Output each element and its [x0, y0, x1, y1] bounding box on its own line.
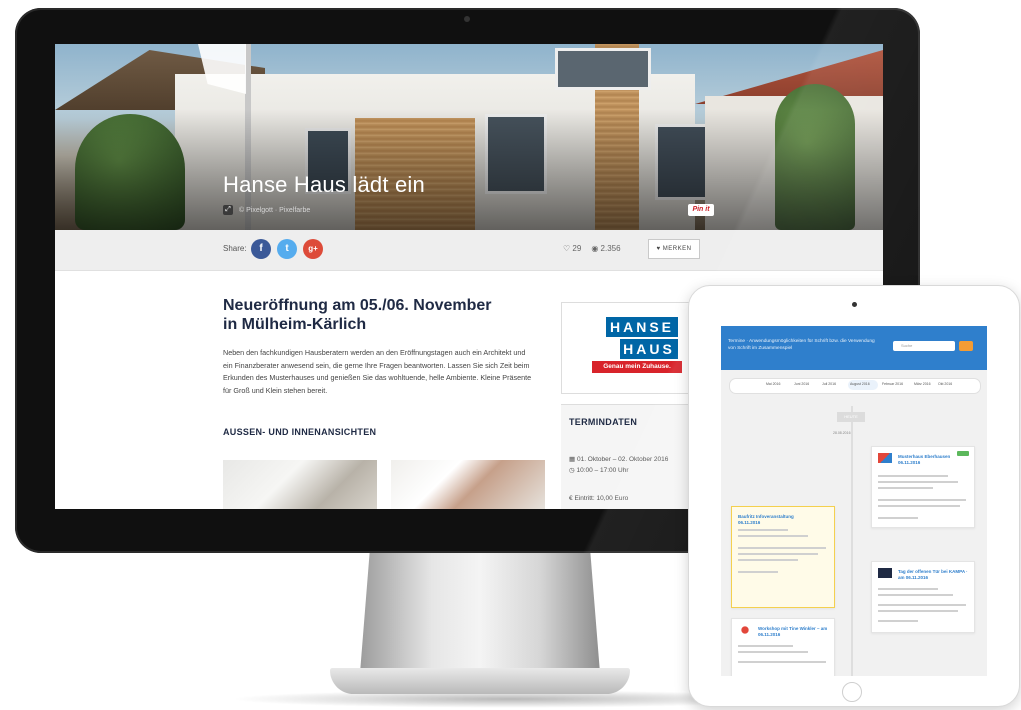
termin-time-value: 10:00 – 17:00 Uhr [576, 467, 629, 474]
photo-credit: ⤢ © Pixelgott · Pixelfarbe [223, 205, 310, 215]
timeline-month[interactable]: Okt 2016 [938, 382, 952, 386]
hanse-haus-logo[interactable]: HANSE HAUS Genau mein Zuhause. [561, 302, 691, 394]
event-title[interactable]: Workshop mit Tine Winkler – am 06.11.201… [758, 626, 828, 638]
event-detail [738, 559, 798, 561]
event-detail [878, 505, 960, 507]
event-actions [738, 571, 778, 573]
tablet-header: Termine · Anwendungsmöglichkeiten für Sc… [721, 326, 987, 370]
article-heading: Neueröffnung am 05./06. November in Mülh… [223, 296, 543, 334]
heart-icon: ♥ [656, 246, 661, 252]
article-heading-line2: in Mülheim-Kärlich [223, 316, 367, 333]
event-detail [878, 481, 958, 483]
today-date: 28.08.2016 [833, 431, 851, 435]
clock-icon: ◷ [569, 467, 575, 474]
article-heading-line1: Neueröffnung am 05./06. November [223, 297, 492, 314]
event-detail [878, 610, 958, 612]
imac-foot [330, 668, 630, 694]
event-detail [878, 475, 948, 477]
page-title: Hanse Haus lädt ein [223, 172, 425, 197]
event-detail [878, 487, 933, 489]
logo-word-haus: HAUS [620, 339, 678, 359]
google-plus-share-button[interactable]: g+ [303, 239, 323, 259]
article-body: Neben den fachkundigen Hausberatern werd… [223, 348, 532, 395]
section-heading: AUSSEN- UND INNENANSICHTEN [223, 427, 377, 437]
event-detail [738, 535, 808, 537]
eye-icon: ◉ [591, 244, 599, 253]
pinterest-button[interactable]: Pin it [688, 204, 714, 216]
event-actions [878, 517, 918, 519]
termin-time: ◷ 10:00 – 17:00 Uhr [569, 466, 629, 474]
event-detail [878, 604, 966, 606]
gallery-thumbnail[interactable] [391, 460, 545, 509]
event-card[interactable]: Tag der offenen Tür bei KAMPA · am 06.11… [871, 561, 975, 633]
termin-date: ▦ 01. Oktober – 02. Oktober 2016 [569, 455, 668, 463]
event-detail [738, 645, 793, 647]
event-title[interactable]: Musterhaus Eberhausen 06.11.2016 [898, 454, 958, 466]
expand-icon[interactable]: ⤢ [223, 205, 233, 215]
likes-count[interactable]: ♡ 29 [563, 244, 581, 253]
photo-credit-text: © Pixelgott · Pixelfarbe [239, 206, 311, 214]
termin-price: € Eintritt: 10,00 Euro [569, 495, 628, 502]
event-logo [878, 453, 892, 463]
tablet-device: Termine · Anwendungsmöglichkeiten für Sc… [688, 285, 1020, 707]
event-detail [738, 651, 808, 653]
share-label: Share: [223, 244, 247, 253]
gallery-thumbnail[interactable] [223, 460, 377, 509]
views-count: ◉ 2.356 [591, 244, 620, 253]
views-value: 2.356 [600, 244, 621, 253]
hero-gradient [55, 44, 883, 230]
logo-word-hanse: HANSE [606, 317, 678, 337]
month-timeline[interactable]: Mai 2016 Juni 2016 Juli 2016 August 2016… [729, 378, 981, 394]
tablet-search-input[interactable]: Suche [893, 341, 955, 351]
imac-stand [360, 553, 600, 673]
event-detail [878, 499, 966, 501]
event-detail [738, 661, 826, 663]
logo-tagline: Genau mein Zuhause. [592, 361, 682, 373]
merken-label: MERKEN [662, 246, 692, 252]
tablet-screen: Termine · Anwendungsmöglichkeiten für Sc… [721, 326, 987, 676]
timeline-month[interactable]: Februar 2016 [882, 382, 903, 386]
euro-icon: € [569, 495, 573, 502]
twitter-share-button[interactable]: t [277, 239, 297, 259]
termin-heading: TERMINDATEN [569, 417, 638, 427]
event-title[interactable]: Baufritz Infoveranstaltung 06.11.2016 [738, 514, 808, 526]
today-marker: HEUTE [837, 412, 865, 422]
tablet-header-text: Termine · Anwendungsmöglichkeiten für Sc… [728, 339, 875, 351]
termin-date-value: 01. Oktober – 02. Oktober 2016 [576, 456, 669, 463]
merken-button[interactable]: ♥ MERKEN [648, 239, 700, 259]
event-detail [738, 553, 818, 555]
event-actions [878, 620, 918, 622]
hero-image: Hanse Haus lädt ein ⤢ © Pixelgott · Pixe… [55, 44, 883, 230]
event-badge [957, 451, 969, 456]
timeline-month[interactable]: Juli 2016 [822, 382, 836, 386]
camera-icon [852, 302, 857, 307]
event-detail [738, 529, 788, 531]
event-detail [738, 547, 826, 549]
event-title[interactable]: Tag der offenen Tür bei KAMPA · am 06.11… [898, 569, 968, 581]
likes-value: 29 [572, 244, 582, 253]
event-card[interactable]: Workshop mit Tine Winkler – am 06.11.201… [731, 618, 835, 676]
home-button[interactable] [842, 682, 862, 702]
tablet-search-button[interactable] [959, 341, 973, 351]
event-card-highlighted[interactable]: Baufritz Infoveranstaltung 06.11.2016 [731, 506, 835, 608]
termin-box: TERMINDATEN ▦ 01. Oktober – 02. Oktober … [561, 404, 689, 509]
camera-icon [464, 16, 470, 22]
calendar-icon: ▦ [569, 456, 576, 463]
timeline-axis [851, 406, 853, 676]
timeline-month[interactable]: Juni 2016 [794, 382, 809, 386]
share-bar: Share: f t g+ ♡ 29 ◉ 2.356 ♥ MERKEN [55, 230, 883, 271]
event-logo [878, 568, 892, 578]
termin-price-value: Eintritt: 10,00 Euro [574, 495, 629, 502]
timeline-month[interactable]: August 2016 [850, 382, 870, 386]
event-logo [738, 625, 752, 635]
facebook-share-button[interactable]: f [251, 239, 271, 259]
event-detail [878, 588, 938, 590]
stats: ♡ 29 ◉ 2.356 [563, 244, 621, 253]
heart-icon: ♡ [563, 244, 571, 253]
event-card[interactable]: Musterhaus Eberhausen 06.11.2016 [871, 446, 975, 528]
timeline-month[interactable]: März 2016 [914, 382, 931, 386]
event-detail [878, 594, 953, 596]
timeline-month[interactable]: Mai 2016 [766, 382, 780, 386]
